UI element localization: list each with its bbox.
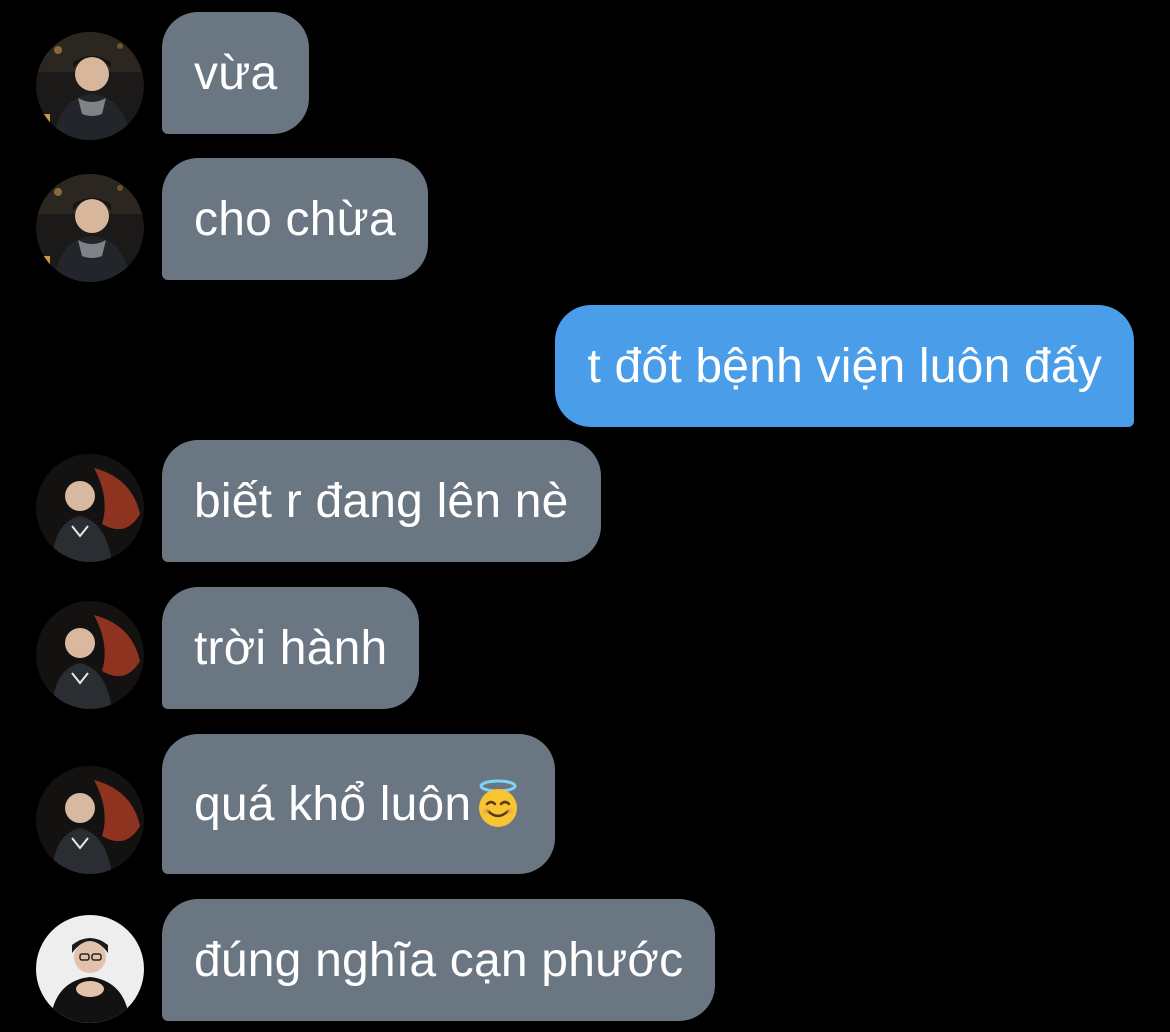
message-text: đúng nghĩa cạn phước (194, 933, 684, 987)
contact-avatar[interactable] (36, 766, 144, 874)
outgoing-message-bubble[interactable]: t đốt bệnh viện luôn đấy (555, 305, 1134, 427)
message-text: biết r đang lên nè (194, 474, 569, 528)
incoming-message-bubble[interactable]: biết r đang lên nè (162, 440, 601, 562)
incoming-message-bubble[interactable]: vừa (162, 12, 310, 134)
message-text: cho chừa (194, 192, 396, 246)
message-row: quá khổ luôn (0, 734, 1170, 874)
contact-avatar[interactable] (36, 915, 144, 1023)
message-text: vừa (194, 46, 278, 100)
message-row: vừa (0, 12, 1170, 140)
message-text: quá khổ luôn (194, 777, 472, 831)
incoming-message-bubble[interactable]: đúng nghĩa cạn phước (162, 899, 716, 1021)
contact-avatar[interactable] (36, 601, 144, 709)
contact-avatar[interactable] (36, 32, 144, 140)
message-row: cho chừa (0, 158, 1170, 282)
message-row: trời hành (0, 587, 1170, 709)
contact-avatar[interactable] (36, 454, 144, 562)
message-text: trời hành (194, 621, 388, 675)
incoming-message-bubble[interactable]: trời hành (162, 587, 420, 709)
incoming-message-bubble[interactable]: cho chừa (162, 158, 428, 280)
message-text: t đốt bệnh viện luôn đấy (587, 339, 1102, 393)
message-row: đúng nghĩa cạn phước (0, 899, 1170, 1023)
contact-avatar[interactable] (36, 174, 144, 282)
message-row: t đốt bệnh viện luôn đấy (0, 305, 1170, 427)
message-row: biết r đang lên nè (0, 440, 1170, 562)
smiling-face-with-halo-emoji (473, 779, 523, 829)
incoming-message-bubble[interactable]: quá khổ luôn (162, 734, 556, 874)
